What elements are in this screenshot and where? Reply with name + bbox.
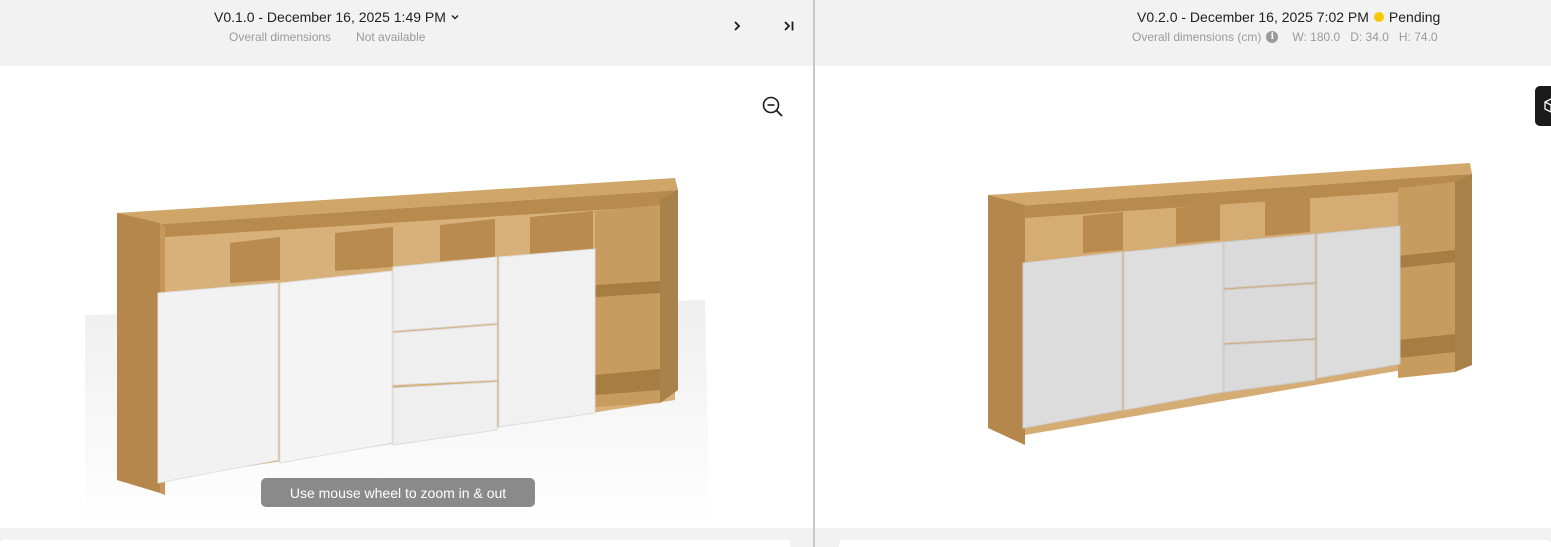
dim-width: W: 180.0 — [1292, 30, 1341, 44]
right-version-title: V0.2.0 - December 16, 2025 7:02 PM — [1137, 9, 1369, 25]
zoom-out-icon[interactable] — [761, 95, 785, 119]
sideboard-render-v2 — [988, 163, 1472, 445]
left-version-selector[interactable]: V0.1.0 - December 16, 2025 1:49 PM — [214, 9, 460, 25]
left-header: V0.1.0 - December 16, 2025 1:49 PM Overa… — [0, 0, 813, 66]
right-comparison-pane: V0.2.0 - December 16, 2025 7:02 PM Pendi… — [815, 0, 1551, 547]
3d-view-button[interactable] — [1535, 86, 1551, 126]
dim-depth: D: 34.0 — [1350, 30, 1389, 44]
last-version-button[interactable] — [779, 16, 799, 36]
chevron-down-icon — [451, 15, 459, 20]
right-version-heading: V0.2.0 - December 16, 2025 7:02 PM Pendi… — [1137, 9, 1440, 25]
left-dimensions-row: Overall dimensions Not available — [229, 30, 425, 44]
next-version-button[interactable] — [727, 16, 747, 36]
left-details-card — [0, 540, 790, 547]
dim-height: H: 74.0 — [1398, 30, 1438, 44]
sideboard-render-v1 — [85, 178, 710, 525]
chevron-right-icon — [734, 21, 741, 31]
left-version-title: V0.1.0 - December 16, 2025 1:49 PM — [214, 9, 446, 25]
info-icon[interactable]: i — [1266, 31, 1279, 43]
left-dims-value: Not available — [356, 30, 426, 44]
right-header: V0.2.0 - December 16, 2025 7:02 PM Pendi… — [815, 0, 1551, 66]
status-label: Pending — [1388, 9, 1441, 25]
right-dimensions-row: Overall dimensions (cm) i W: 180.0 D: 34… — [1132, 30, 1438, 44]
right-details-card — [839, 540, 1551, 547]
right-dims-label: Overall dimensions (cm) — [1132, 30, 1262, 44]
left-dims-label: Overall dimensions — [229, 30, 332, 44]
pending-status-dot — [1373, 12, 1384, 22]
skip-to-end-icon — [784, 21, 794, 31]
left-comparison-pane: V0.1.0 - December 16, 2025 1:49 PM Overa… — [0, 0, 813, 547]
cube-icon — [1544, 98, 1551, 113]
zoom-hint-tooltip: Use mouse wheel to zoom in & out — [261, 478, 535, 507]
